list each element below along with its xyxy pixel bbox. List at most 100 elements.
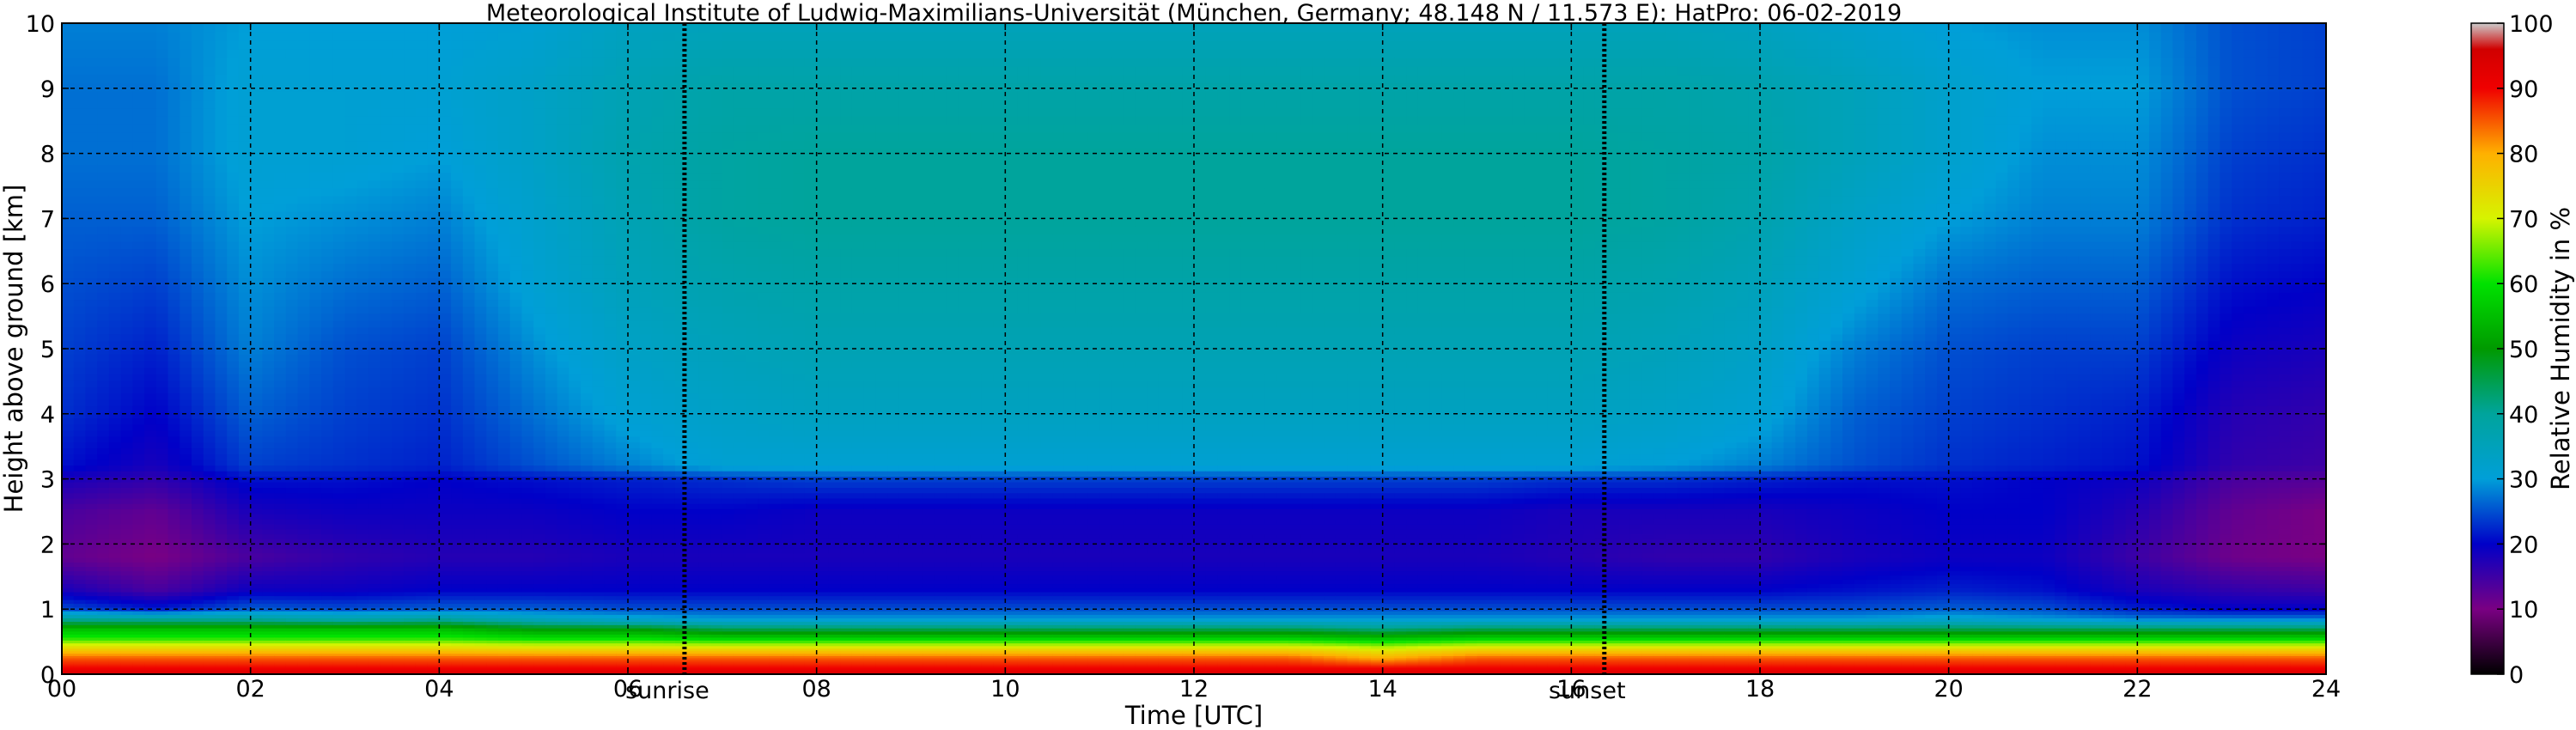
heatmap-cell (227, 514, 240, 520)
heatmap-cell (238, 528, 252, 535)
heatmap-cell (203, 405, 216, 413)
heatmap-cell (332, 429, 346, 437)
heatmap-cell (439, 99, 452, 109)
heatmap-cell (439, 441, 452, 449)
heatmap-cell (451, 23, 464, 33)
heatmap-cell (474, 333, 487, 342)
heatmap-cell (321, 617, 334, 622)
heatmap-cell (309, 482, 322, 489)
heatmap-cell (474, 503, 487, 509)
heatmap-cell (533, 603, 546, 608)
heatmap-cell (227, 566, 240, 572)
heatmap-cell (155, 326, 169, 335)
heatmap-cell (285, 203, 299, 212)
heatmap-cell (155, 23, 169, 33)
heatmap-cell (309, 107, 322, 117)
heatmap-cell (85, 187, 98, 197)
heatmap-cell (297, 587, 310, 593)
heatmap-cell (332, 354, 346, 362)
heatmap-cell (415, 423, 429, 431)
heatmap-cell (356, 306, 369, 314)
heatmap-cell (215, 187, 228, 197)
heatmap-cell (439, 562, 452, 568)
heatmap-cell (439, 429, 452, 437)
heatmap-cell (238, 277, 252, 286)
heatmap-cell (427, 533, 440, 539)
heatmap-cell (509, 354, 523, 362)
heatmap-cell (274, 172, 287, 181)
heatmap-cell (451, 195, 464, 204)
heatmap-cell (344, 172, 357, 181)
heatmap-cell (356, 172, 369, 181)
heatmap-cell (415, 306, 429, 314)
heatmap-cell (144, 140, 157, 149)
heatmap-cell (167, 628, 180, 632)
heatmap-cell (262, 471, 275, 478)
heatmap-cell (368, 195, 381, 204)
heatmap-cell (332, 599, 346, 605)
heatmap-cell (62, 405, 75, 413)
heatmap-cell (250, 417, 263, 425)
heatmap-cell (356, 226, 369, 234)
heatmap-cell (132, 248, 145, 257)
heatmap-cell (415, 116, 429, 125)
heatmap-cell (497, 299, 511, 307)
heatmap-cell (297, 263, 310, 271)
heatmap-cell (285, 65, 299, 76)
heatmap-cell (250, 326, 263, 335)
heatmap-cell (180, 187, 192, 197)
heatmap-cell (85, 99, 98, 109)
heatmap-cell (392, 299, 405, 307)
heatmap-cell (132, 628, 145, 632)
heatmap-cell (144, 411, 157, 419)
heatmap-cell (215, 614, 228, 618)
heatmap-cell (415, 172, 429, 181)
heatmap-cell (215, 471, 228, 478)
heatmap-cell (309, 23, 322, 33)
heatmap-cell (321, 508, 334, 514)
heatmap-cell (203, 566, 216, 572)
heatmap-cell (120, 380, 133, 387)
heatmap-cell (486, 587, 499, 593)
heatmap-cell (215, 65, 228, 76)
heatmap-cell (132, 562, 145, 568)
heatmap-cell (439, 392, 452, 400)
heatmap-cell (439, 417, 452, 425)
heatmap-cell (439, 628, 452, 632)
heatmap-cell (332, 583, 346, 588)
heatmap-cell (309, 256, 322, 265)
heatmap-cell (451, 82, 464, 92)
heatmap-cell (155, 156, 169, 165)
heatmap-cell (144, 299, 157, 307)
heatmap-cell (344, 611, 357, 615)
heatmap-cell (262, 482, 275, 489)
heatmap-cell (180, 583, 192, 588)
heatmap-cell (250, 562, 263, 568)
heatmap-cell (73, 179, 87, 189)
heatmap-cell (474, 465, 487, 471)
heatmap-cell (167, 380, 180, 387)
heatmap-cell (132, 465, 145, 471)
heatmap-cell (404, 447, 417, 454)
heatmap-cell (497, 591, 511, 597)
heatmap-cell (262, 583, 275, 588)
heatmap-cell (297, 497, 310, 504)
heatmap-cell (427, 284, 440, 293)
heatmap-cell (392, 156, 405, 165)
heatmap-cell (203, 548, 216, 554)
heatmap-cell (533, 82, 546, 92)
heatmap-cell (144, 497, 157, 504)
heatmap-cell (262, 226, 275, 234)
heatmap-cell (215, 367, 228, 374)
heatmap-cell (415, 240, 429, 250)
heatmap-cell (509, 570, 523, 576)
heatmap-cell (451, 361, 464, 368)
heatmap-cell (415, 374, 429, 381)
heatmap-cell (521, 156, 534, 165)
heatmap-cell (462, 459, 476, 466)
heatmap-cell (309, 528, 322, 535)
heatmap-cell (415, 595, 429, 600)
heatmap-cell (250, 49, 263, 58)
heatmap-cell (85, 405, 98, 413)
heatmap-cell (215, 179, 228, 189)
